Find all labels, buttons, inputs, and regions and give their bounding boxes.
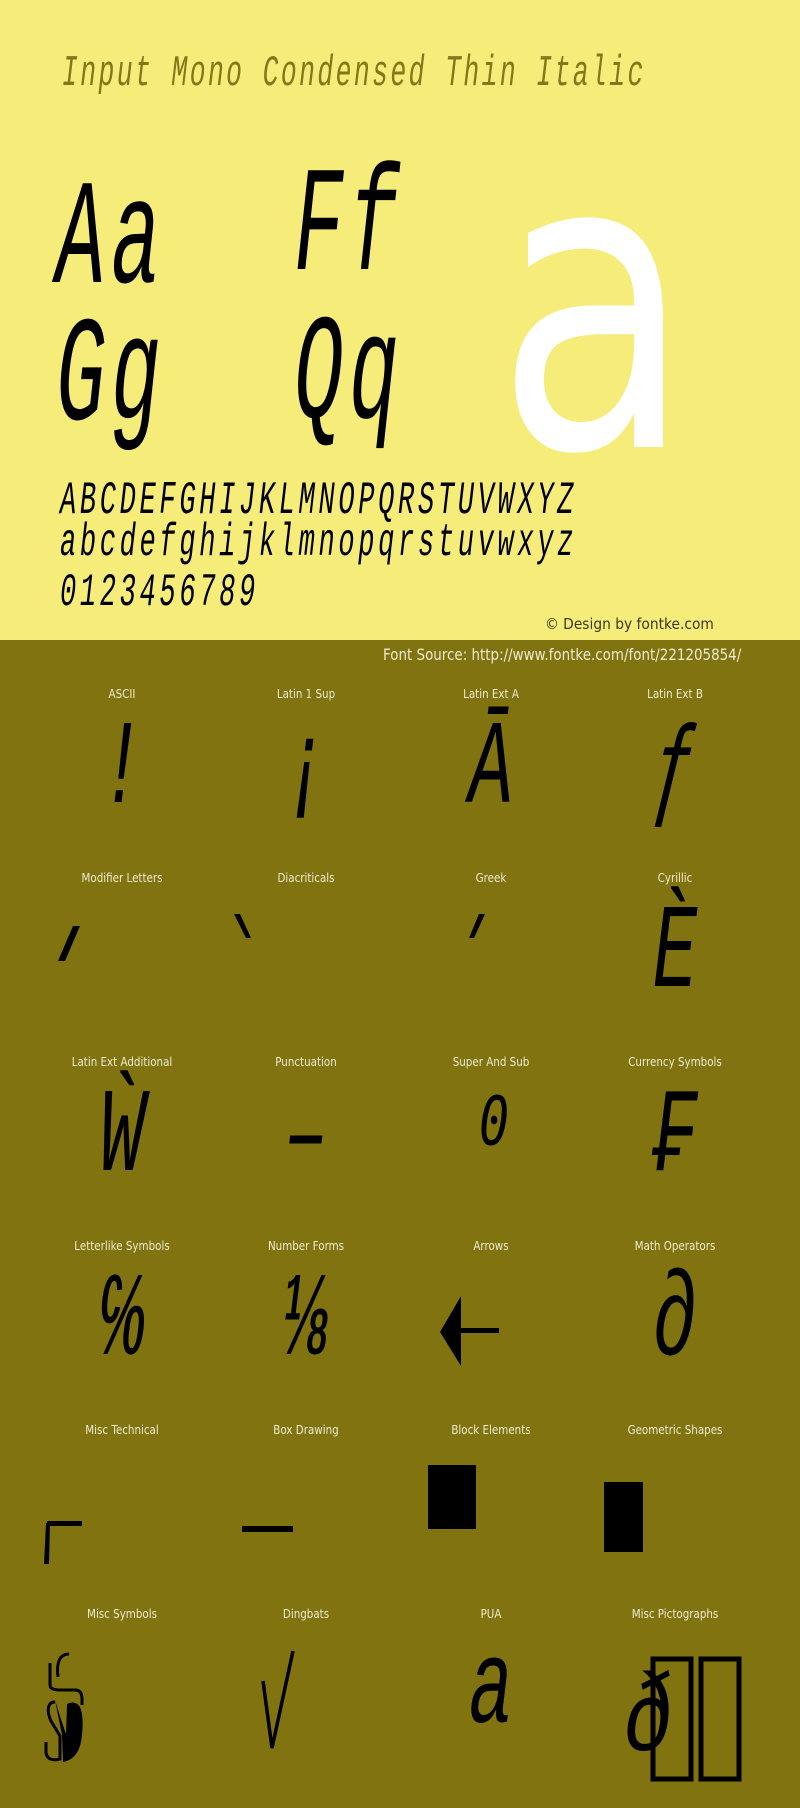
block-label: Latin Ext Additional [71,1055,173,1069]
grave-accent-mark [234,914,251,938]
box-line [242,1526,293,1532]
full-block-icon [428,1465,476,1529]
block-glyph: ⁰ [468,1085,514,1221]
eth-glyph: ð [624,1659,674,1783]
block-glyph-greek-tonos [469,914,485,938]
block-glyph-grave-accent [234,914,251,938]
block-label: PUA [480,1607,502,1621]
block-cell-latin-ext-b: Latin Ext B ƒ [583,687,767,871]
block-cell-latin-1-sup: Latin 1 Sup ¡ [214,687,398,871]
block-cell-arrows: Arrows [399,1239,583,1423]
check-mark [261,1650,295,1749]
block-label: ASCII [108,687,136,701]
arrow-shaft [459,1328,499,1333]
black-square-icon [604,1482,643,1552]
block-cell-super-and-sub: Super And Sub ⁰ [399,1055,583,1239]
block-cell-punctuation: Punctuation – [214,1055,398,1239]
block-cell-math-operators: Math Operators ∂ [583,1239,767,1423]
block-cell-latin-ext-additional: Latin Ext Additional Ẁ [30,1055,214,1239]
full-block [428,1465,476,1529]
block-label: Latin 1 Sup [276,687,336,701]
block-glyph: Ā [468,703,514,839]
block-label: Cyrillic [657,871,693,885]
block-label: Latin Ext B [647,687,703,701]
floral-heart-icon [44,1652,84,1762]
block-glyph: – [283,1071,329,1207]
block-label: Super And Sub [452,1055,530,1069]
block-glyph: ∂ [652,1255,698,1391]
block-cell-diacriticals: Diacriticals [214,871,398,1055]
block-cell-misc-technical: Misc Technical [30,1423,214,1607]
block-glyph: ₣ [652,1071,698,1207]
black-square [604,1482,643,1552]
block-glyph: Ѐ [652,887,698,1023]
block-cell-misc-pictographs: Misc Pictographs ð [583,1607,800,1791]
block-glyph: ⅛ [283,1255,329,1391]
block-cell-ascii: ASCII ! [30,687,214,871]
modifier-acute-mark [58,926,80,961]
ceiling-vertical-bar [44,1523,50,1564]
block-label: Currency Symbols [628,1055,722,1069]
block-cell-box-drawing: Box Drawing [214,1423,398,1607]
block-cell-pua: PUA a [399,1607,583,1791]
greek-tonos-mark [469,914,485,938]
block-cell-greek: Greek [399,871,583,1055]
eth-with-tofu-boxes: ð [624,1656,742,1784]
block-glyph: ! [99,703,145,839]
block-cell-latin-ext-a: Latin Ext A Ā [399,687,583,871]
box-horizontal-line-icon [242,1526,293,1532]
ceiling-horizontal-bar [47,1521,82,1526]
check-mark-icon [261,1650,295,1749]
block-label: Number Forms [267,1239,345,1253]
block-cell-cyrillic: Cyrillic Ѐ [583,871,767,1055]
block-cell-number-forms: Number Forms ⅛ [214,1239,398,1423]
block-glyph: ℅ [99,1255,145,1391]
block-glyph: ¡ [283,703,329,839]
block-cell-block-elements: Block Elements [399,1423,583,1607]
block-glyph: Ẁ [99,1071,145,1207]
left-ceiling-icon [44,1521,82,1564]
block-cell-letterlike-symbols: Letterlike Symbols ℅ [30,1239,214,1423]
floral-stem [48,1652,84,1705]
block-label: Math Operators [634,1239,716,1253]
unicode-block-grid: ASCII ! Latin 1 Sup ¡ Latin Ext A Ā Lati… [0,0,800,1808]
left-arrow-icon [440,1296,499,1366]
block-glyph-modifier-acute [58,926,80,961]
block-label: Punctuation [275,1055,337,1069]
block-glyph: ƒ [652,703,698,839]
tofu-box-icon [698,1656,742,1782]
block-label: Letterlike Symbols [74,1239,170,1253]
block-cell-misc-symbols: Misc Symbols [30,1607,214,1791]
block-label: Latin Ext A [463,687,519,701]
block-cell-dingbats: Dingbats [214,1607,398,1791]
block-glyph: a [468,1623,514,1759]
block-cell-geometric-shapes: Geometric Shapes [583,1423,767,1607]
block-cell-currency-symbols: Currency Symbols ₣ [583,1055,767,1239]
arrow-head [440,1296,461,1366]
block-cell-modifier-letters: Modifier Letters [30,871,214,1055]
